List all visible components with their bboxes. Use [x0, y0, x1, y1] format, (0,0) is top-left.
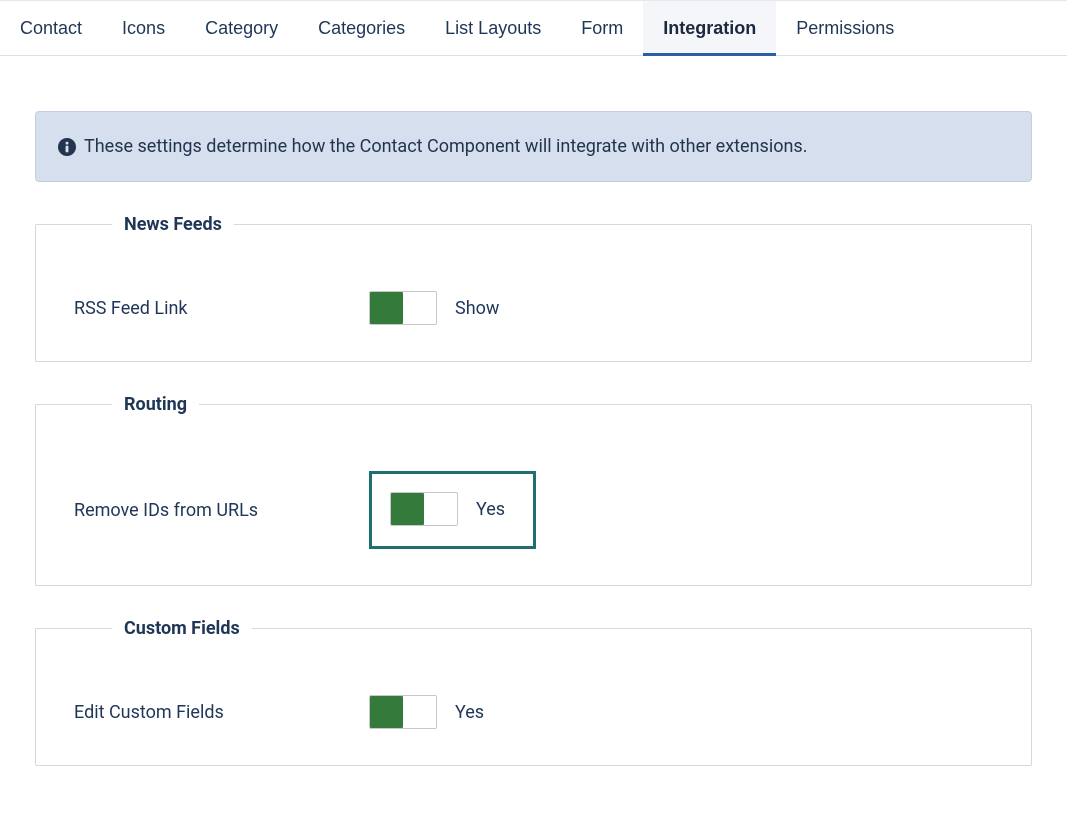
fieldset-routing: Routing Remove IDs from URLs Yes [35, 394, 1032, 586]
tab-form[interactable]: Form [561, 1, 643, 55]
fieldset-news-feeds: News Feeds RSS Feed Link Show [35, 214, 1032, 362]
field-rss-feed-link: RSS Feed Link Show [74, 291, 993, 325]
toggle-remove-ids[interactable] [390, 492, 458, 526]
legend-custom-fields: Custom Fields [112, 618, 252, 639]
tab-category[interactable]: Category [185, 1, 298, 55]
legend-news-feeds: News Feeds [112, 214, 234, 235]
value-edit-custom-fields: Yes [455, 702, 484, 723]
fieldset-custom-fields: Custom Fields Edit Custom Fields Yes [35, 618, 1032, 766]
tab-icons[interactable]: Icons [102, 1, 185, 55]
value-rss-feed-link: Show [455, 298, 499, 319]
control-remove-ids: Yes [369, 471, 536, 549]
info-banner: These settings determine how the Contact… [35, 111, 1032, 182]
value-remove-ids: Yes [476, 499, 505, 520]
label-edit-custom-fields: Edit Custom Fields [74, 702, 369, 723]
toggle-handle [391, 493, 424, 525]
tabs-bar: Contact Icons Category Categories List L… [0, 0, 1067, 56]
info-message-text: These settings determine how the Contact… [84, 136, 807, 157]
info-icon [58, 138, 76, 156]
content-area: These settings determine how the Contact… [0, 56, 1067, 818]
tab-permissions[interactable]: Permissions [776, 1, 914, 55]
field-remove-ids: Remove IDs from URLs Yes [74, 471, 993, 549]
control-rss-feed-link: Show [369, 291, 499, 325]
legend-routing: Routing [112, 394, 199, 415]
toggle-handle [370, 292, 403, 324]
toggle-handle [370, 696, 403, 728]
highlight-box: Yes [369, 471, 536, 549]
tab-list-layouts[interactable]: List Layouts [425, 1, 561, 55]
label-rss-feed-link: RSS Feed Link [74, 298, 369, 319]
tab-contact[interactable]: Contact [0, 1, 102, 55]
label-remove-ids: Remove IDs from URLs [74, 500, 369, 521]
tab-categories[interactable]: Categories [298, 1, 425, 55]
tab-integration[interactable]: Integration [643, 1, 776, 55]
toggle-rss-feed-link[interactable] [369, 291, 437, 325]
